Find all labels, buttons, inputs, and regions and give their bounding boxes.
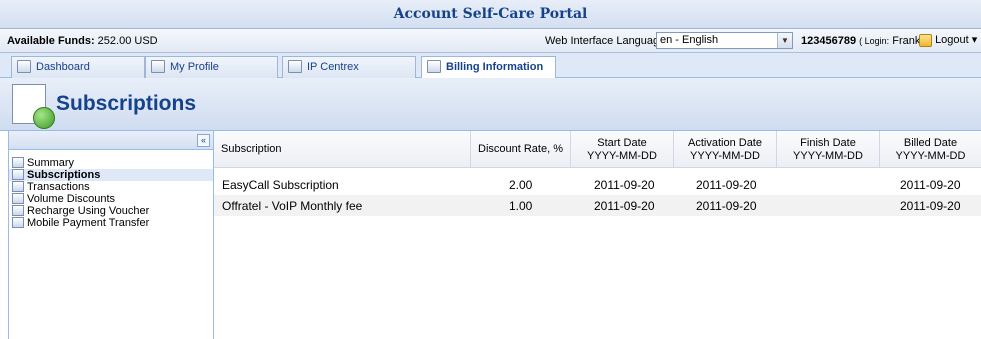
profile-icon [151,60,165,73]
column-format: YYYY-MM-DD [690,150,760,162]
tab-my-profile[interactable]: My Profile [145,56,278,78]
subscriptions-page-icon [12,84,55,129]
sidebar-item-label: Volume Discounts [27,193,116,205]
column-format: YYYY-MM-DD [793,150,863,162]
language-select[interactable]: en - English ▼ [656,32,793,49]
column-label: Finish Date [800,137,856,149]
voucher-icon [12,205,24,216]
sidebar-item-summary[interactable]: Summary [9,157,213,169]
language-label: Web Interface Language: [545,35,669,47]
info-bar: Available Funds: 252.00 USD Web Interfac… [0,29,981,53]
sidebar-item-label: Subscriptions [27,169,101,181]
language-value: en - English [660,34,719,46]
tab-dashboard[interactable]: Dashboard [11,56,145,78]
sidebar-item-subscriptions[interactable]: Subscriptions [9,169,213,181]
column-header-subscription[interactable]: Subscription [214,131,471,168]
transactions-icon [12,181,24,192]
funds-value: 252.00 USD [97,35,158,47]
sidebar: « Summary Subscriptions Transactions Vol… [8,131,214,339]
billed-date-cell: 2011-09-20 [900,199,961,213]
page-header: Subscriptions [0,78,981,131]
billing-icon [427,60,441,73]
mobile-payment-icon [12,217,24,228]
table-row[interactable]: Offratel - VoIP Monthly fee 1.00 2011-09… [214,195,981,216]
sidebar-item-label: Transactions [27,181,90,193]
column-label: Start Date [597,137,647,149]
sidebar-header: « [9,131,213,150]
billed-date-cell: 2011-09-20 [900,178,961,192]
column-label: Discount Rate, % [478,143,563,155]
dashboard-icon [17,60,31,73]
table-header: Subscription Discount Rate, % Start Date… [214,131,981,168]
start-date-cell: 2011-09-20 [594,199,655,213]
column-header-start-date[interactable]: Start Date YYYY-MM-DD [571,131,674,168]
column-header-billed-date[interactable]: Billed Date YYYY-MM-DD [880,131,981,168]
collapse-sidebar-button[interactable]: « [197,134,210,147]
column-label: Activation Date [688,137,762,149]
column-header-discount-rate[interactable]: Discount Rate, % [471,131,571,168]
tab-bar: Dashboard My Profile IP Centrex Billing … [0,53,981,79]
logout-label: Logout [935,34,969,46]
page-title: Subscriptions [56,92,197,115]
sidebar-item-volume-discounts[interactable]: Volume Discounts [9,193,213,205]
chevron-down-icon[interactable]: ▼ [777,33,792,48]
column-format: YYYY-MM-DD [587,150,657,162]
available-funds: Available Funds: 252.00 USD [7,35,158,47]
tab-dashboard-label: Dashboard [36,61,90,73]
sidebar-item-label: Recharge Using Voucher [27,205,150,217]
column-label: Subscription [221,143,282,155]
table-row[interactable]: EasyCall Subscription 2.00 2011-09-20 20… [214,174,981,195]
volume-discounts-icon [12,193,24,204]
discount-cell: 1.00 [509,199,533,213]
add-badge-icon [33,107,55,129]
funds-label: Available Funds: [7,35,95,47]
subscription-cell: Offratel - VoIP Monthly fee [222,199,363,213]
sidebar-item-label: Summary [27,157,75,169]
summary-icon [12,157,24,168]
sidebar-item-label: Mobile Payment Transfer [27,217,150,229]
start-date-cell: 2011-09-20 [594,178,655,192]
column-header-activation-date[interactable]: Activation Date YYYY-MM-DD [674,131,777,168]
account-number: 123456789 [801,35,857,47]
column-format: YYYY-MM-DD [895,150,966,162]
column-label: Billed Date [903,137,958,149]
dropdown-arrow-icon[interactable]: ▾ [972,34,978,46]
sidebar-item-transactions[interactable]: Transactions [9,181,213,193]
tab-ip-centrex[interactable]: IP Centrex [282,56,416,78]
ip-centrex-icon [288,60,302,73]
discount-cell: 2.00 [509,178,533,192]
lock-icon [919,33,932,47]
subscriptions-icon [12,169,24,180]
tab-billing-information[interactable]: Billing Information [421,56,556,79]
subscription-cell: EasyCall Subscription [222,178,339,192]
portal-title: Account Self-Care Portal [0,0,981,29]
tab-billing-information-label: Billing Information [446,61,544,73]
tab-my-profile-label: My Profile [170,61,219,73]
column-header-finish-date[interactable]: Finish Date YYYY-MM-DD [777,131,880,168]
activation-date-cell: 2011-09-20 [696,199,757,213]
sidebar-item-recharge-voucher[interactable]: Recharge Using Voucher [9,205,213,217]
login-prefix: ( Login: [859,36,890,46]
sidebar-item-mobile-payment[interactable]: Mobile Payment Transfer [9,217,213,229]
subscriptions-table: Subscription Discount Rate, % Start Date… [214,131,981,339]
activation-date-cell: 2011-09-20 [696,178,757,192]
account-info: 123456789 ( Login: Frank ) [801,35,927,47]
tab-ip-centrex-label: IP Centrex [307,61,359,73]
logout-button[interactable]: Logout ▾ [919,33,977,47]
